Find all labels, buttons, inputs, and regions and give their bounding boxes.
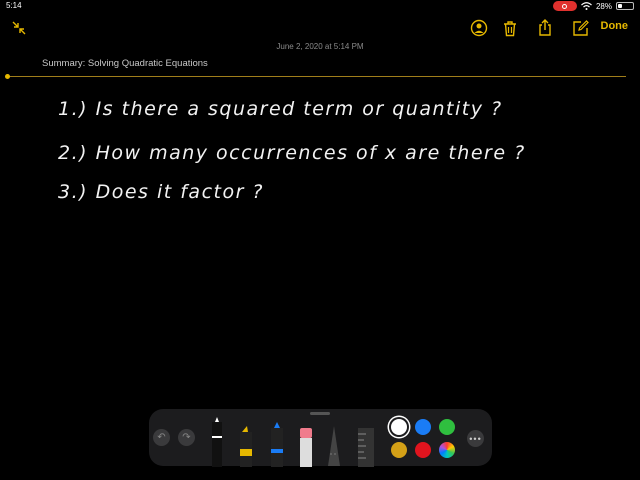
undo-icon: ↶ [157, 432, 166, 443]
battery-icon [616, 2, 634, 10]
note-line-2[interactable]: 2.) How many occurrences of x are there … [58, 142, 526, 164]
redo-button[interactable]: ↷ [178, 429, 195, 446]
color-green[interactable] [439, 419, 455, 435]
note-line-3[interactable]: 3.) Does it factor ? [58, 181, 264, 203]
battery-fill [618, 4, 622, 8]
color-red[interactable] [415, 442, 431, 458]
eraser-tool[interactable] [300, 428, 312, 467]
more-options-icon[interactable]: ••• [467, 430, 484, 447]
lasso-tool[interactable] [328, 426, 340, 466]
color-blue[interactable] [415, 419, 431, 435]
done-button[interactable]: Done [601, 20, 629, 32]
color-yellow[interactable] [391, 442, 407, 458]
color-picker-icon[interactable] [439, 442, 455, 458]
pen-tool[interactable] [212, 417, 222, 467]
collaborate-icon[interactable] [469, 18, 489, 38]
ruler-tool[interactable] [358, 428, 374, 467]
note-date: June 2, 2020 at 5:14 PM [276, 42, 364, 51]
status-right: 28% [552, 1, 634, 11]
note-title[interactable]: Summary: Solving Quadratic Equations [42, 58, 208, 69]
color-white[interactable] [391, 419, 407, 435]
undo-button[interactable]: ↶ [153, 429, 170, 446]
trash-icon[interactable] [500, 18, 520, 38]
screen-recording-indicator[interactable] [552, 1, 577, 11]
drawing-tools [212, 417, 374, 467]
pencil-tool[interactable] [271, 422, 283, 467]
redo-icon: ↷ [182, 432, 191, 443]
compose-icon[interactable] [570, 18, 590, 38]
title-divider [8, 76, 626, 77]
share-icon[interactable] [535, 18, 555, 38]
wifi-icon [581, 2, 592, 10]
marker-tool[interactable] [240, 426, 252, 467]
collapse-icon[interactable] [9, 18, 29, 38]
divider-handle [5, 74, 10, 79]
note-line-1[interactable]: 1.) Is there a squared term or quantity … [58, 98, 503, 120]
battery-percent: 28% [595, 1, 612, 11]
record-icon [562, 3, 568, 9]
status-time: 5:14 [6, 1, 22, 10]
